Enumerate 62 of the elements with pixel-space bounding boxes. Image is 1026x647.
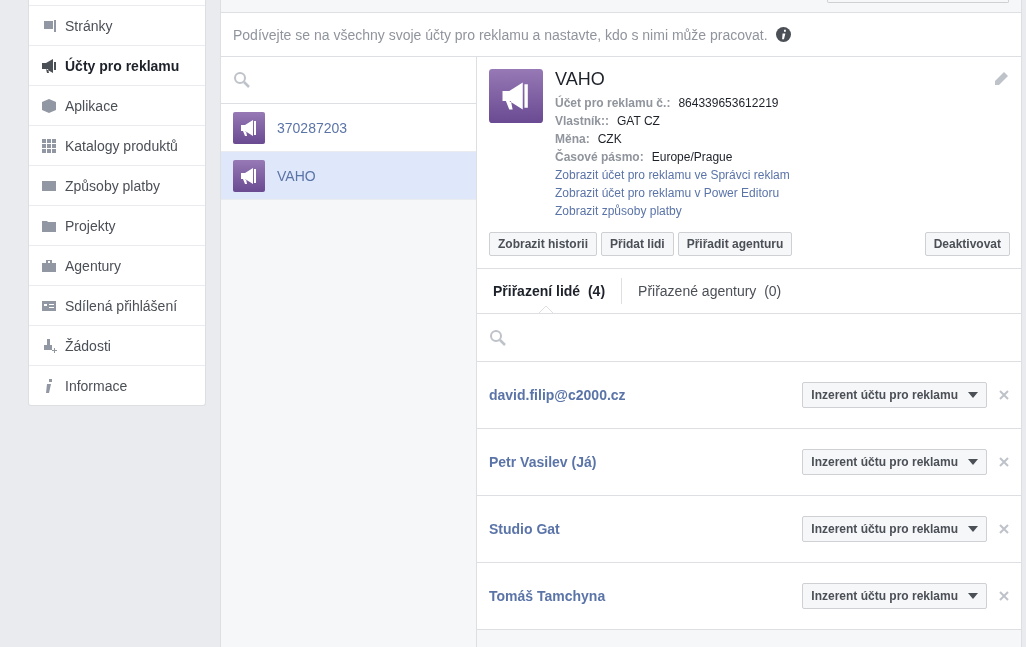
role-dropdown[interactable]: Inzerent účtu pro reklamu (802, 583, 987, 609)
flag-icon (41, 17, 57, 34)
sidebar-item[interactable]: Způsoby platby (29, 166, 205, 206)
account-item[interactable]: VAHO (221, 152, 476, 200)
search-field[interactable] (221, 57, 476, 104)
close-icon[interactable] (999, 524, 1009, 534)
search-icon (489, 328, 507, 347)
caret-icon (968, 459, 978, 465)
person-name[interactable]: Tomáš Tamchyna (489, 588, 803, 604)
field-label: Vlastník:: (555, 113, 609, 130)
sidebar-item[interactable]: Projekty (29, 206, 205, 246)
person-name[interactable]: Petr Vasilev (Já) (489, 454, 803, 470)
role-dropdown[interactable]: Inzerent účtu pro reklamu (802, 382, 987, 408)
cube-icon (41, 97, 57, 114)
close-icon[interactable] (999, 457, 1009, 467)
field-value: GAT CZ (617, 113, 660, 130)
action-button[interactable]: Přiřadit agenturu (677, 232, 793, 256)
action-button[interactable]: Přidat lidi (601, 232, 674, 256)
caret-icon (968, 392, 978, 398)
sidebar-item[interactable]: Účty pro reklamu (29, 46, 205, 86)
account-item[interactable]: 370287203 (221, 104, 476, 152)
briefcase-icon (41, 257, 57, 274)
megaphone-icon (233, 159, 265, 192)
sidebar-item[interactable]: Sdílená přihlášení (29, 286, 205, 326)
sidebar-item[interactable]: Katalogy produktů (29, 126, 205, 166)
person-name[interactable]: david.filip@c2000.cz (489, 387, 803, 403)
description-text: Podívejte se na všechny svoje účty pro reklamu a nastavte, kdo s nimi může pracovat. (233, 26, 768, 43)
megaphone-icon (489, 69, 543, 123)
account-title: VAHO (555, 69, 606, 90)
deactivate-button[interactable]: Deaktivovat (924, 232, 1010, 256)
info-icon[interactable] (775, 27, 791, 42)
header-button[interactable] (827, 0, 1009, 3)
tab[interactable]: Přiřazení lidé (4) (493, 269, 622, 313)
field-value: CZK (597, 131, 622, 148)
sidebar-item[interactable]: Stránky (29, 6, 205, 46)
role-dropdown[interactable]: Inzerent účtu pro reklamu (802, 449, 987, 475)
link[interactable]: Zobrazit účet pro reklamu ve Správci reklam (555, 168, 790, 182)
close-icon[interactable] (999, 591, 1009, 601)
grid-icon (41, 137, 57, 154)
tab[interactable]: Přiřazené agentury (0) (622, 269, 798, 313)
field-label: Časové pásmo: (555, 148, 644, 166)
pencil-icon[interactable] (993, 71, 1009, 87)
search-icon (233, 71, 251, 89)
field-label: Účet pro reklamu č.: (555, 94, 671, 112)
caret-icon (968, 593, 978, 599)
person-plus-icon (41, 337, 57, 354)
field-value: 864339653612219 (678, 95, 779, 112)
sidebar-item[interactable]: Žádosti (29, 326, 205, 366)
sidebar-item[interactable]: Agentury (29, 246, 205, 286)
close-icon[interactable] (999, 390, 1009, 400)
field-value: Europe/Prague (651, 149, 733, 166)
megaphone-icon (233, 111, 265, 144)
sidebar-item[interactable]: Aplikace (29, 86, 205, 126)
field-label: Měna: (555, 131, 590, 148)
caret-icon (968, 526, 978, 532)
person-name[interactable]: Studio Gat (489, 521, 803, 537)
sidebar-item[interactable]: Informace (29, 366, 205, 405)
link[interactable]: Zobrazit účet pro reklamu v Power Editoru (555, 186, 780, 200)
link[interactable]: Zobrazit způsoby platby (555, 204, 682, 218)
action-button[interactable]: Zobrazit historii (489, 232, 597, 256)
role-dropdown[interactable]: Inzerent účtu pro reklamu (802, 516, 987, 542)
megaphone-icon (41, 57, 57, 74)
